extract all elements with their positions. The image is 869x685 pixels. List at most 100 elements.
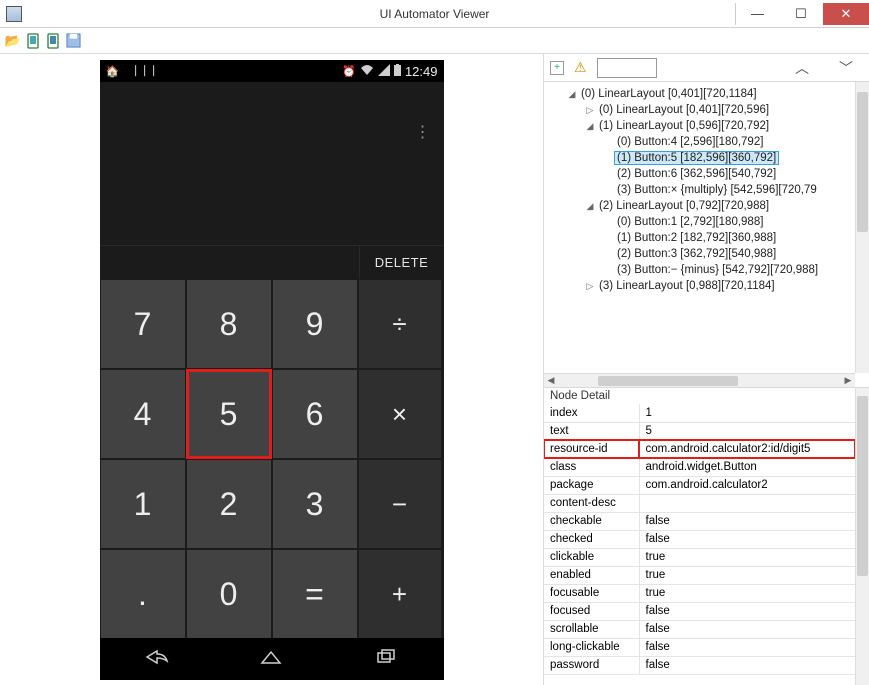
detail-row-clickable[interactable]: clickabletrue <box>544 548 855 566</box>
next-button[interactable]: ﹀ <box>829 58 863 78</box>
detail-row-class[interactable]: classandroid.widget.Button <box>544 458 855 476</box>
calc-key-=[interactable]: = <box>272 549 358 639</box>
overflow-menu-icon[interactable]: ⋮ <box>415 122 430 142</box>
main-split: 🏠 ⎹⎹⎹ ⏰ 12:49 <box>0 54 869 685</box>
expand-all-button[interactable]: + <box>550 61 564 75</box>
detail-key: focused <box>544 602 639 620</box>
tree-node-label: (2) LinearLayout [0,792][720,988] <box>596 199 772 213</box>
calc-key-−[interactable]: − <box>358 459 442 549</box>
delete-button[interactable]: DELETE <box>360 246 444 279</box>
calc-key-3[interactable]: 3 <box>272 459 358 549</box>
detail-row-enabled[interactable]: enabledtrue <box>544 566 855 584</box>
prev-button[interactable]: ︿ <box>785 58 819 78</box>
detail-value: false <box>639 620 855 638</box>
close-button[interactable]: ✕ <box>823 3 869 25</box>
tree-node-label: (2) Button:3 [362,792][540,988] <box>614 247 779 261</box>
tree-scroll-area[interactable]: ◢(0) LinearLayout [0,401][720,1184]▷(0) … <box>544 82 855 373</box>
recents-button[interactable] <box>356 649 416 670</box>
detail-row-password[interactable]: passwordfalse <box>544 656 855 674</box>
tree-node[interactable]: (3) Button:× {multiply} [542,596][720,79 <box>544 182 855 198</box>
calc-key-8[interactable]: 8 <box>186 279 272 369</box>
detail-row-text[interactable]: text5 <box>544 422 855 440</box>
calc-key-.[interactable]: . <box>100 549 186 639</box>
maximize-button[interactable]: ☐ <box>779 3 823 25</box>
calc-key-9[interactable]: 9 <box>272 279 358 369</box>
collapse-arrow-icon[interactable]: ◢ <box>566 89 578 100</box>
calc-key-+[interactable]: + <box>358 549 442 639</box>
detail-row-index[interactable]: index1 <box>544 404 855 422</box>
detail-row-package[interactable]: packagecom.android.calculator2 <box>544 476 855 494</box>
detail-row-checked[interactable]: checkedfalse <box>544 530 855 548</box>
calculator-top-row: DELETE <box>100 245 444 279</box>
detail-vertical-scrollbar[interactable] <box>855 388 869 685</box>
tree-node[interactable]: (0) Button:1 [2,792][180,988] <box>544 214 855 230</box>
detail-row-checkable[interactable]: checkablefalse <box>544 512 855 530</box>
node-detail-panel: Node Detail index1text5resource-idcom.an… <box>544 387 869 685</box>
tree-node-label: (0) Button:4 [2,596][180,792] <box>614 135 766 149</box>
tree-node[interactable]: ▷(0) LinearLayout [0,401][720,596] <box>544 102 855 118</box>
tree-vertical-scrollbar[interactable] <box>855 82 869 373</box>
detail-value: false <box>639 530 855 548</box>
calc-key-×[interactable]: × <box>358 369 442 459</box>
detail-key: index <box>544 404 639 422</box>
detail-key: clickable <box>544 548 639 566</box>
detail-key: content-desc <box>544 494 639 512</box>
calc-key-6[interactable]: 6 <box>272 369 358 459</box>
open-folder-icon[interactable]: 📂 <box>4 32 22 50</box>
calc-key-7[interactable]: 7 <box>100 279 186 369</box>
expand-arrow-icon[interactable]: ▷ <box>584 105 596 116</box>
home-button[interactable] <box>241 649 301 670</box>
node-detail-table: index1text5resource-idcom.android.calcul… <box>544 404 855 675</box>
device-screenshot-icon[interactable] <box>24 32 42 50</box>
detail-key: class <box>544 458 639 476</box>
detail-row-focused[interactable]: focusedfalse <box>544 602 855 620</box>
collapse-arrow-icon[interactable]: ◢ <box>584 121 596 132</box>
tree-node[interactable]: (0) Button:4 [2,596][180,792] <box>544 134 855 150</box>
detail-value: true <box>639 548 855 566</box>
calc-key-2[interactable]: 2 <box>186 459 272 549</box>
alarm-icon: ⏰ <box>342 65 356 78</box>
detail-row-long-clickable[interactable]: long-clickablefalse <box>544 638 855 656</box>
save-icon[interactable] <box>64 32 82 50</box>
calc-key-0[interactable]: 0 <box>186 549 272 639</box>
back-button[interactable] <box>127 649 187 670</box>
tree-node-label: (3) Button:× {multiply} [542,596][720,79 <box>614 183 820 197</box>
detail-value: com.android.calculator2 <box>639 476 855 494</box>
tree-horizontal-scrollbar[interactable]: ◀▶ <box>544 373 855 387</box>
detail-row-content-desc[interactable]: content-desc <box>544 494 855 512</box>
minimize-button[interactable]: — <box>735 3 779 25</box>
calc-key-4[interactable]: 4 <box>100 369 186 459</box>
tree-node[interactable]: (3) Button:− {minus} [542,792][720,988] <box>544 262 855 278</box>
detail-value: true <box>639 566 855 584</box>
list-icon: ⎹⎹⎹ <box>125 65 152 78</box>
tree-node[interactable]: ◢(1) LinearLayout [0,596][720,792] <box>544 118 855 134</box>
detail-row-resource-id[interactable]: resource-idcom.android.calculator2:id/di… <box>544 440 855 458</box>
tree-node[interactable]: (2) Button:3 [362,792][540,988] <box>544 246 855 262</box>
tree-node[interactable]: ▷(3) LinearLayout [0,988][720,1184] <box>544 278 855 294</box>
expand-arrow-icon[interactable]: ▷ <box>584 281 596 292</box>
detail-row-focusable[interactable]: focusabletrue <box>544 584 855 602</box>
calc-key-1[interactable]: 1 <box>100 459 186 549</box>
calc-key-5[interactable]: 5 <box>186 369 272 459</box>
device-screenshot-compressed-icon[interactable] <box>44 32 62 50</box>
detail-key: checked <box>544 530 639 548</box>
tree-node[interactable]: (1) Button:2 [182,792][360,988] <box>544 230 855 246</box>
home-icon: 🏠 <box>106 65 120 78</box>
warning-icon[interactable]: ⚠ <box>574 59 587 76</box>
calc-key-÷[interactable]: ÷ <box>358 279 442 369</box>
signal-icon <box>378 64 390 79</box>
tree-node[interactable]: (1) Button:5 [182,596][360,792] <box>544 150 855 166</box>
detail-key: text <box>544 422 639 440</box>
detail-row-scrollable[interactable]: scrollablefalse <box>544 620 855 638</box>
detail-key: checkable <box>544 512 639 530</box>
tree-node[interactable]: ◢(0) LinearLayout [0,401][720,1184] <box>544 86 855 102</box>
collapse-arrow-icon[interactable]: ◢ <box>584 201 596 212</box>
node-detail-header: Node Detail <box>544 388 855 404</box>
tree-node[interactable]: (2) Button:6 [362,596][540,792] <box>544 166 855 182</box>
detail-key: resource-id <box>544 440 639 458</box>
android-navbar <box>100 638 444 680</box>
calculator-display[interactable]: ⋮ <box>100 82 444 245</box>
search-input[interactable] <box>597 58 657 78</box>
tree-node[interactable]: ◢(2) LinearLayout [0,792][720,988] <box>544 198 855 214</box>
tree-toolbar: + ⚠ ︿ ﹀ <box>544 54 869 82</box>
